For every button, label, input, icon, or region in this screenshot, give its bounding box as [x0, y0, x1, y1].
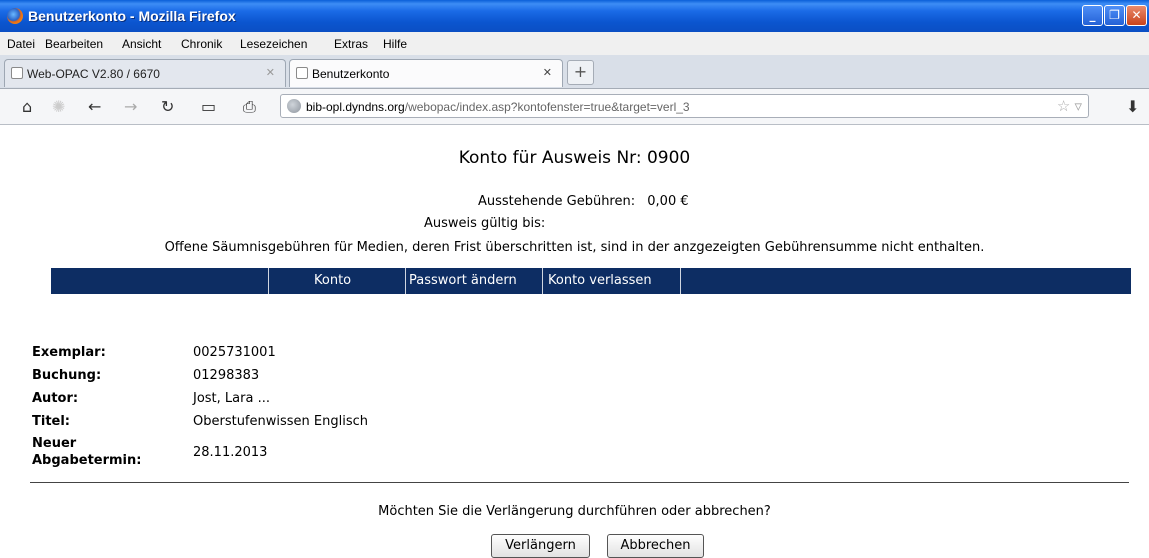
- divider: [30, 482, 1129, 483]
- loading-icon: ✺: [52, 97, 66, 116]
- detail-value: Oberstufenwissen Englisch: [193, 414, 368, 429]
- tab-label: Benutzerkonto: [312, 67, 390, 81]
- window-titlebar: Benutzerkonto - Mozilla Firefox _ ❐ ✕: [0, 0, 1149, 33]
- download-arrow-icon[interactable]: ⬇: [1126, 97, 1139, 116]
- forward-arrow-icon[interactable]: →: [124, 97, 137, 116]
- menu-hilfe[interactable]: Hilfe: [383, 37, 407, 51]
- navigation-toolbar: ⌂ ✺ ← → ↻ ▭ ⎙ bib-opl.dyndns.org/webopac…: [0, 89, 1149, 125]
- card-valid-label: Ausweis gültig bis:: [424, 216, 546, 231]
- tab-web-opac[interactable]: Web-OPAC V2.80 / 6670 ✕: [4, 59, 286, 87]
- nav-passwort-aendern[interactable]: Passwort ändern: [409, 273, 517, 288]
- window-title: Benutzerkonto - Mozilla Firefox: [28, 8, 236, 24]
- detail-value: 01298383: [193, 368, 260, 383]
- page-icon: [11, 67, 23, 79]
- detail-value: Jost, Lara ...: [193, 391, 270, 406]
- menu-bearbeiten[interactable]: Bearbeiten: [45, 37, 103, 51]
- detail-label: Exemplar:: [32, 345, 106, 360]
- minimize-button[interactable]: _: [1082, 5, 1103, 26]
- fees-label: Ausstehende Gebühren:: [478, 194, 636, 209]
- detail-label: Buchung:: [32, 368, 102, 383]
- nav-konto-verlassen[interactable]: Konto verlassen: [548, 273, 652, 288]
- maximize-button[interactable]: ❐: [1104, 5, 1125, 26]
- tab-label: Web-OPAC V2.80 / 6670: [27, 67, 160, 81]
- cancel-button[interactable]: Abbrechen: [607, 534, 704, 558]
- close-window-button[interactable]: ✕: [1126, 5, 1147, 26]
- close-tab-icon[interactable]: ✕: [266, 66, 275, 79]
- nav-konto[interactable]: Konto: [314, 273, 351, 288]
- close-tab-icon[interactable]: ✕: [543, 66, 552, 79]
- detail-value: 28.11.2013: [193, 445, 268, 460]
- confirm-question: Möchten Sie die Verlängerung durchführen…: [378, 504, 771, 519]
- menu-ansicht[interactable]: Ansicht: [122, 37, 161, 51]
- account-nav: Konto Passwort ändern Konto verlassen: [51, 268, 1131, 294]
- address-url: bib-opl.dyndns.org/webopac/index.asp?kon…: [306, 100, 690, 114]
- page-icon: [296, 67, 308, 79]
- address-bar[interactable]: bib-opl.dyndns.org/webopac/index.asp?kon…: [280, 94, 1089, 118]
- new-tab-button[interactable]: +: [567, 60, 594, 85]
- bookmark-star-icon[interactable]: ☆ ▿: [1057, 97, 1082, 115]
- extend-button[interactable]: Verlängern: [491, 534, 590, 558]
- window-icon[interactable]: ▭: [201, 97, 216, 116]
- back-arrow-icon[interactable]: ←: [88, 97, 101, 116]
- menu-chronik[interactable]: Chronik: [181, 37, 222, 51]
- menu-datei[interactable]: Datei: [7, 37, 35, 51]
- detail-label: Abgabetermin:: [32, 453, 142, 468]
- tab-bar: Web-OPAC V2.80 / 6670 ✕ Benutzerkonto ✕ …: [0, 55, 1149, 89]
- print-icon[interactable]: ⎙: [243, 97, 256, 117]
- detail-label: Titel:: [32, 414, 71, 429]
- detail-value: 0025731001: [193, 345, 276, 360]
- page-title: Konto für Ausweis Nr: 0900: [458, 148, 691, 168]
- firefox-logo-icon: [7, 8, 23, 24]
- fees-notice: Offene Säumnisgebühren für Medien, deren…: [164, 240, 985, 255]
- detail-label: Autor:: [32, 391, 79, 406]
- detail-label: Neuer: [32, 436, 77, 451]
- globe-icon: [287, 99, 301, 113]
- menu-lesezeichen[interactable]: Lesezeichen: [240, 37, 307, 51]
- menu-bar: Datei Bearbeiten Ansicht Chronik Lesezei…: [0, 32, 1149, 55]
- tab-benutzerkonto[interactable]: Benutzerkonto ✕: [289, 59, 563, 87]
- fees-value: 0,00 €: [647, 194, 689, 209]
- page-content: Konto für Ausweis Nr: 0900 Ausstehende G…: [0, 125, 1149, 558]
- home-icon[interactable]: ⌂: [22, 97, 32, 116]
- reload-icon[interactable]: ↻: [161, 97, 174, 116]
- fees-line: Ausstehende Gebühren: 0,00 €: [478, 194, 689, 209]
- menu-extras[interactable]: Extras: [334, 37, 368, 51]
